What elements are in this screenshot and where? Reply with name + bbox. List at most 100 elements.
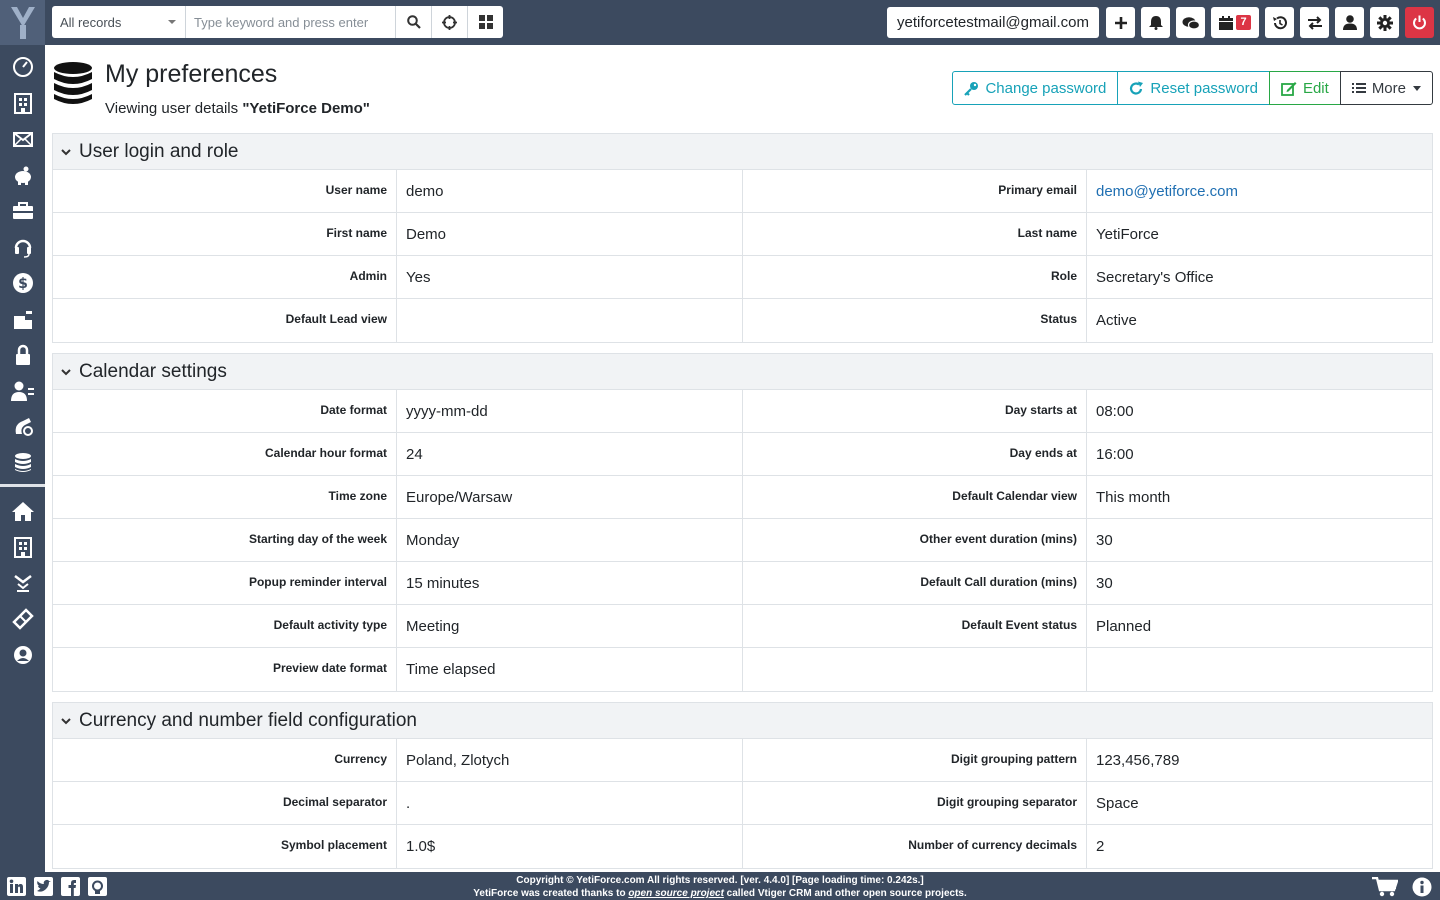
edit-label: Edit	[1302, 79, 1329, 97]
sidebar-database-icon[interactable]	[0, 445, 45, 481]
notifications-button[interactable]	[1141, 7, 1170, 38]
field-value: 123,456,789	[1096, 752, 1180, 769]
history-button[interactable]	[1265, 7, 1294, 38]
chat-button[interactable]	[1176, 7, 1205, 38]
block-title: Currency and number field configuration	[79, 709, 417, 731]
field-value: demo	[397, 170, 743, 212]
credits-suffix: called Vtiger CRM and other open source …	[723, 888, 967, 899]
field-label: Currency	[53, 739, 397, 781]
footer-right	[1372, 877, 1432, 897]
change-password-button[interactable]: Change password	[952, 71, 1119, 105]
sidebar-hr-icon[interactable]	[0, 373, 45, 409]
field-label: Default Call duration (mins)	[743, 562, 1087, 604]
sidebar-tools-icon[interactable]	[0, 409, 45, 445]
reminders-button[interactable]: 7	[1211, 7, 1259, 38]
sidebar-company-icon[interactable]	[0, 529, 45, 565]
email-link[interactable]: demo@yetiforce.com	[1096, 183, 1238, 200]
page-subtitle: Viewing user details "YetiForce Demo"	[105, 100, 370, 117]
yetiforce-logo[interactable]	[0, 0, 45, 45]
mail-account-select[interactable]: yetiforcetestmail@gmail.com	[887, 7, 1099, 38]
sidebar-dashboard-icon[interactable]	[0, 49, 45, 85]
field-label: Symbol placement	[53, 825, 397, 868]
edit-button[interactable]: Edit	[1268, 71, 1341, 105]
search-input[interactable]	[186, 6, 395, 38]
field-label: Day starts at	[743, 390, 1087, 432]
search-scope-select[interactable]: All records	[52, 6, 186, 38]
logout-button[interactable]	[1405, 7, 1434, 38]
sidebar-support-icon[interactable]	[0, 229, 45, 265]
settings-button[interactable]	[1370, 7, 1399, 38]
field-value: 24	[397, 433, 743, 475]
key-icon	[964, 81, 979, 96]
credits-text: YetiForce was created thanks to open sou…	[0, 887, 1440, 900]
chevron-down-icon	[168, 20, 176, 24]
sidebar-inventory-icon[interactable]	[0, 301, 45, 337]
power-icon	[1413, 15, 1426, 30]
page-title: My preferences	[105, 60, 278, 88]
field-value: This month	[1096, 489, 1171, 506]
field-value: Active	[1096, 312, 1137, 329]
field-label: Calendar hour format	[53, 433, 397, 475]
field-value: Time elapsed	[397, 648, 743, 691]
caret-down-icon	[1413, 85, 1421, 91]
field-label: First name	[53, 213, 397, 255]
more-actions-dropdown[interactable]: More	[1339, 71, 1433, 105]
detail-block: User login and role User name demo Primary …	[52, 133, 1433, 343]
field-label	[743, 648, 1087, 691]
field-row: Calendar hour format 24 Day ends at 16:00	[53, 433, 1432, 476]
sidebar-marketing-icon[interactable]	[0, 121, 45, 157]
top-bar: All records yetiforcetestmail@gmail.com …	[45, 0, 1440, 45]
my-account-button[interactable]	[1335, 7, 1364, 38]
field-value: 2	[1096, 838, 1105, 855]
advanced-search-button[interactable]	[431, 6, 467, 38]
field-value: Space	[1096, 795, 1139, 812]
sidebar-sales-icon[interactable]	[0, 157, 45, 193]
field-row: Date format yyyy-mm-dd Day starts at 08:00	[53, 390, 1432, 433]
switch-users-button[interactable]	[1300, 7, 1329, 38]
field-value: Secretary's Office	[1096, 269, 1214, 286]
field-value: YetiForce	[1096, 226, 1159, 243]
open-source-link[interactable]: open source project	[628, 888, 724, 899]
exchange-icon	[1307, 15, 1322, 30]
block-header-toggle[interactable]: Currency and number field configuration	[53, 703, 1432, 739]
field-row: First name Demo Last name YetiForce	[53, 213, 1432, 256]
detail-block: Calendar settings Date format yyyy-mm-dd Da…	[52, 353, 1433, 692]
quick-create-button[interactable]	[1106, 7, 1135, 38]
field-label: User name	[53, 170, 397, 212]
field-label: Primary email	[743, 170, 1087, 212]
field-value: Europe/Warsaw	[397, 476, 743, 518]
calendar-icon	[1219, 15, 1234, 30]
search-scope-value: All records	[60, 14, 122, 30]
sidebar-ticket-icon[interactable]	[0, 601, 45, 637]
field-label: Admin	[53, 256, 397, 298]
reset-password-button[interactable]: Reset password	[1117, 71, 1270, 105]
field-row: Symbol placement 1.0$ Number of currency d…	[53, 825, 1432, 868]
sidebar-security-icon[interactable]	[0, 337, 45, 373]
shopping-cart-icon[interactable]	[1372, 877, 1398, 897]
grid-icon	[478, 15, 493, 29]
sidebar-collapse-icon[interactable]	[0, 565, 45, 601]
footer-text: Copyright © YetiForce.com All rights res…	[0, 874, 1440, 900]
sidebar-user-icon[interactable]	[0, 637, 45, 673]
block-header-toggle[interactable]: User login and role	[53, 134, 1432, 170]
sidebar-accounts-icon[interactable]	[0, 85, 45, 121]
subtitle-prefix: Viewing user details	[105, 100, 243, 117]
field-value: .	[397, 782, 743, 824]
block-header-toggle[interactable]: Calendar settings	[53, 354, 1432, 390]
field-label: Status	[743, 299, 1087, 342]
modules-grid-button[interactable]	[467, 6, 503, 38]
database-icon	[52, 61, 94, 107]
page-header: My preferences Viewing user details "Yet…	[45, 45, 1440, 133]
field-label: Default activity type	[53, 605, 397, 647]
sidebar-projects-icon[interactable]	[0, 193, 45, 229]
copyright-text: Copyright © YetiForce.com All rights res…	[516, 875, 924, 886]
info-icon[interactable]	[1412, 877, 1432, 897]
field-label: Default Lead view	[53, 299, 397, 342]
field-label: Starting day of the week	[53, 519, 397, 561]
sidebar-finances-icon[interactable]: $	[0, 265, 45, 301]
search-button[interactable]	[395, 6, 431, 38]
field-label: Digit grouping separator	[743, 782, 1087, 824]
sidebar-home-icon[interactable]	[0, 493, 45, 529]
record-actions: Change password Reset password Edit More	[952, 71, 1433, 105]
crosshairs-icon	[442, 14, 457, 30]
